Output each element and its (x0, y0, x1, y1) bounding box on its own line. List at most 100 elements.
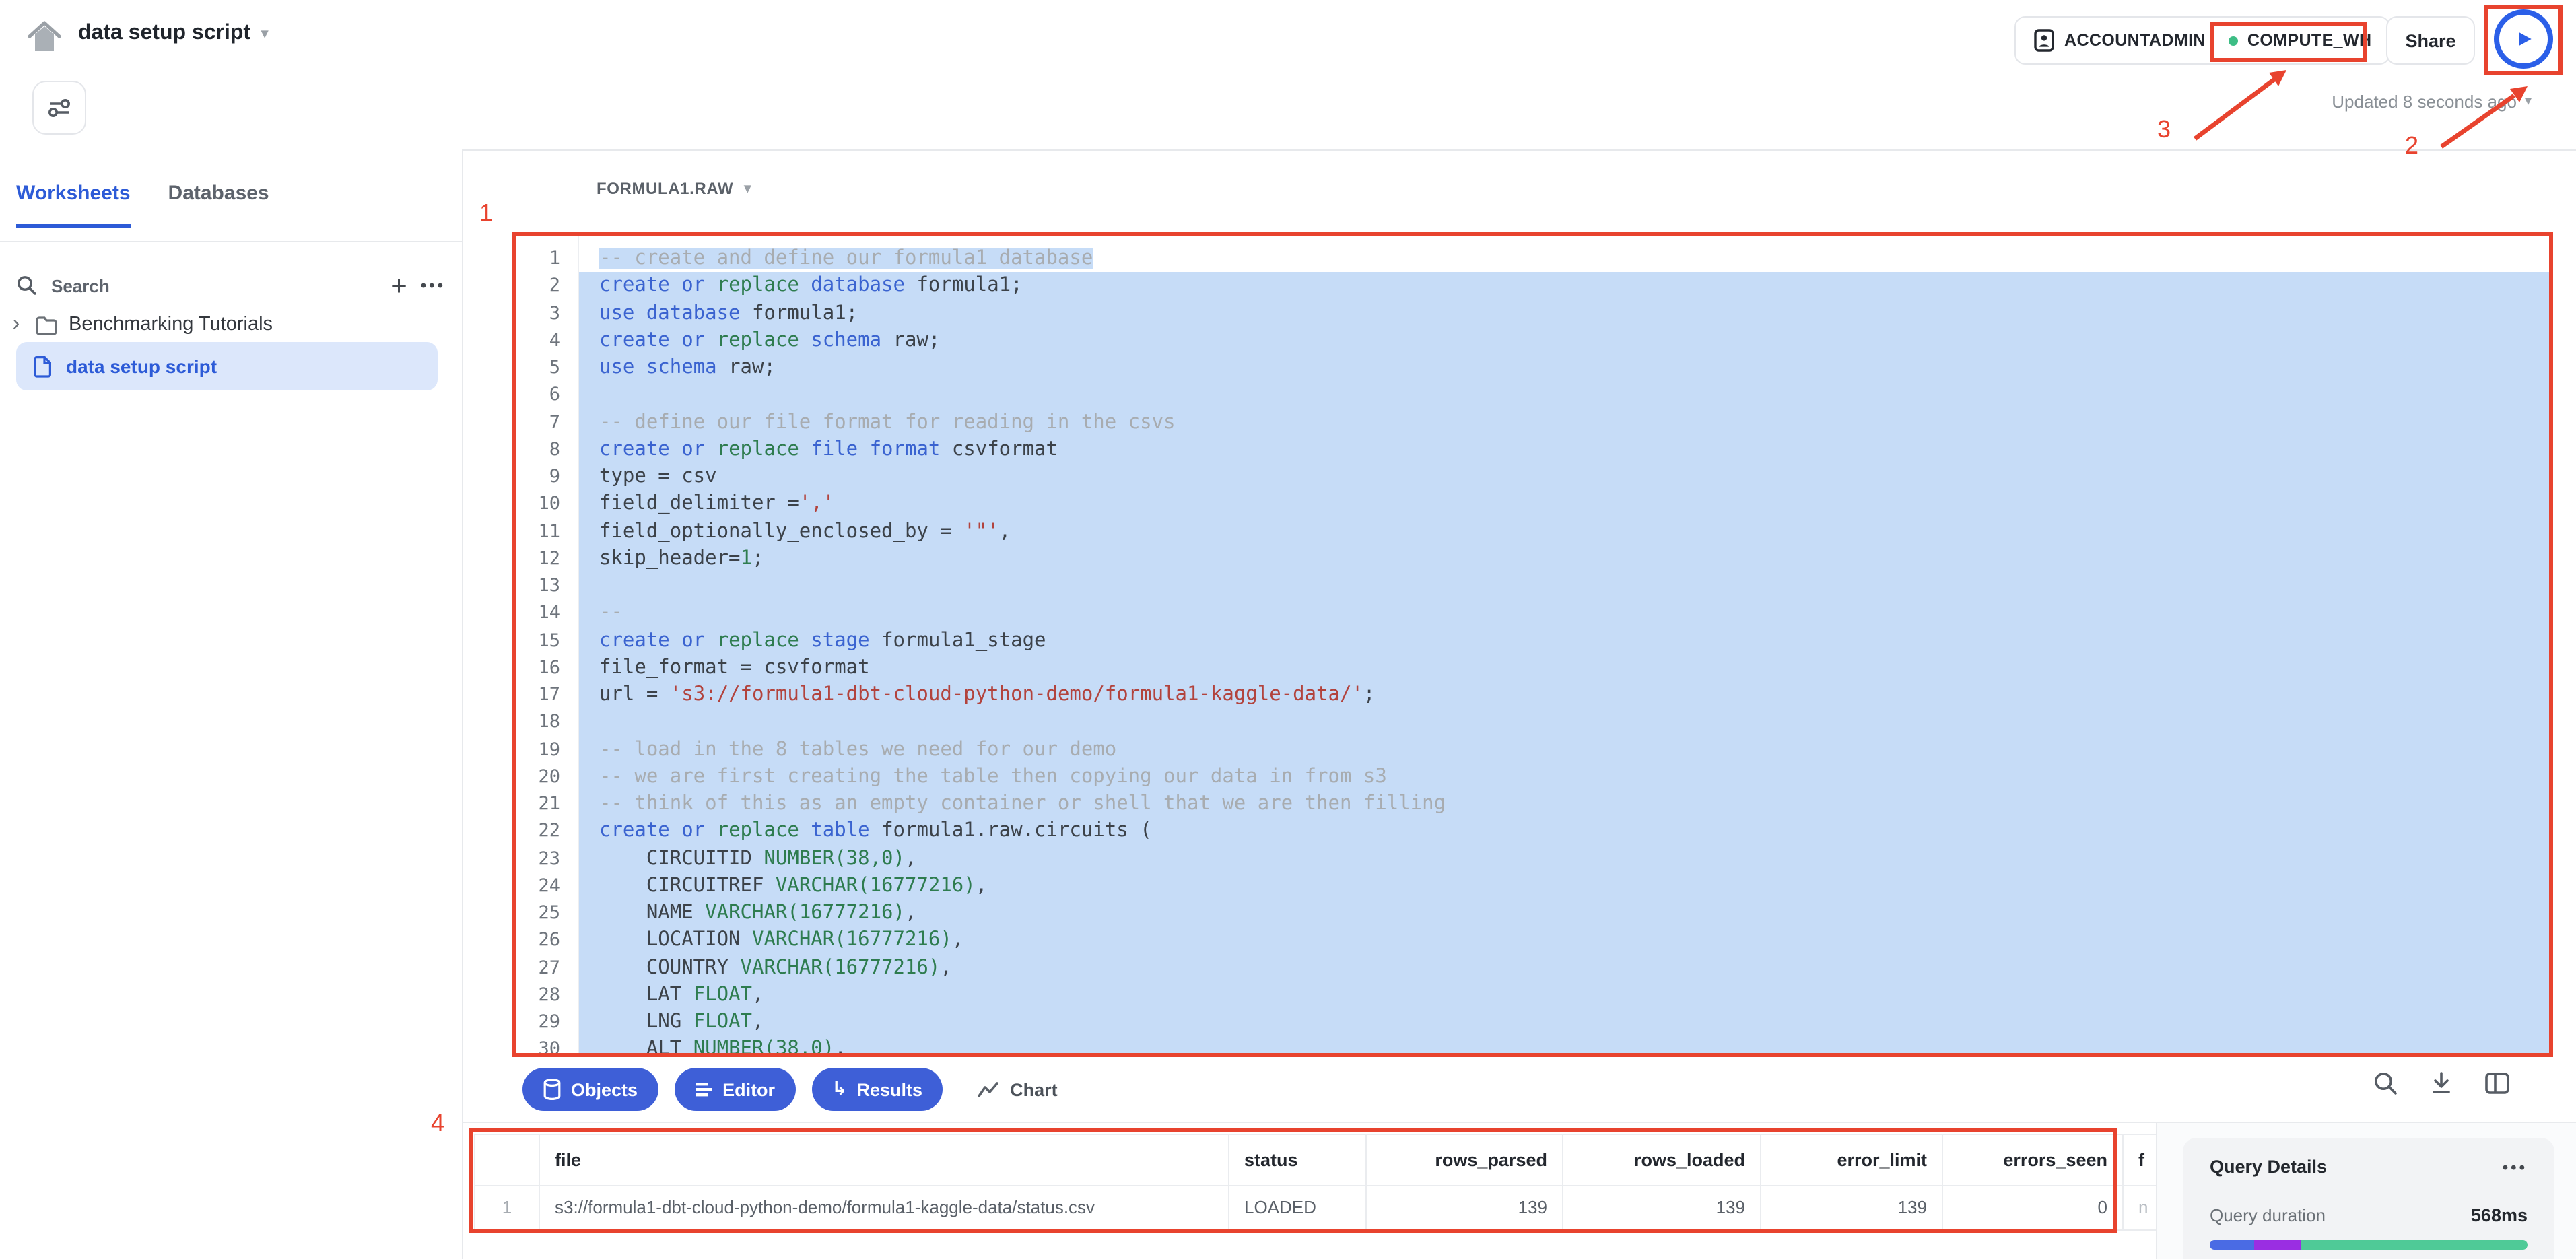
code-token: COUNTRY (599, 957, 741, 978)
code-line: LAT FLOAT, (579, 982, 2549, 1009)
add-worksheet-icon[interactable]: + (391, 271, 407, 300)
query-duration-bar (2210, 1240, 2528, 1250)
code-token: CIRCUITREF (599, 875, 776, 897)
user-badge-icon (2033, 28, 2055, 53)
code-token: VARCHAR(16777216) (752, 930, 952, 951)
results-button-label: Results (857, 1079, 923, 1099)
row-number: 1 (475, 1186, 540, 1229)
results-button[interactable]: ↳ Results (811, 1068, 943, 1111)
chevron-down-icon: ▾ (261, 26, 268, 41)
run-button[interactable] (2494, 9, 2553, 69)
line-number: 25 (516, 899, 578, 927)
context-selector[interactable]: FORMULA1.RAW ▾ (597, 179, 751, 198)
duration-bar-segment (2302, 1240, 2528, 1250)
code-line (579, 709, 2549, 737)
code-token: -- create and define our formula1 databa… (599, 248, 1093, 269)
code-line: NAME VARCHAR(16777216), (579, 899, 2549, 927)
column-header[interactable]: error_limit (1761, 1135, 1943, 1186)
code-token: FLOAT (693, 984, 752, 1006)
table-cell: 139 (1761, 1186, 1943, 1229)
line-number: 5 (516, 354, 578, 382)
split-view-icon[interactable] (2484, 1072, 2510, 1095)
code-area[interactable]: -- create and define our formula1 databa… (579, 236, 2549, 1053)
table-row[interactable]: 1s3://formula1-dbt-cloud-python-demo/for… (475, 1186, 2156, 1229)
chart-button[interactable]: Chart (978, 1079, 1058, 1099)
column-header[interactable]: status (1229, 1135, 1367, 1186)
line-number: 29 (516, 1009, 578, 1036)
line-number: 13 (516, 572, 578, 600)
column-header[interactable]: file (540, 1135, 1229, 1186)
line-number: 21 (516, 790, 578, 818)
code-line: type = csv (579, 463, 2549, 491)
search-results-icon[interactable] (2373, 1070, 2398, 1096)
results-table: filestatusrows_parsedrows_loadederror_li… (474, 1134, 2156, 1233)
filters-button[interactable] (32, 81, 86, 135)
worksheet-title[interactable]: data setup script ▾ (78, 22, 268, 46)
code-token: replace (717, 630, 799, 651)
sql-editor[interactable]: 1234567891011121314151617181920212223242… (512, 232, 2553, 1057)
line-number: 19 (516, 736, 578, 763)
results-actions (2373, 1070, 2510, 1096)
column-header[interactable]: rows_loaded (1563, 1135, 1761, 1186)
code-line: create or replace table formula1.raw.cir… (579, 818, 2549, 846)
code-token: '"' (963, 520, 998, 542)
code-line: -- (579, 600, 2549, 627)
code-line: create or replace file format csvformat (579, 436, 2549, 464)
code-line: -- we are first creating the table then … (579, 763, 2549, 791)
duration-bar-segment (2210, 1240, 2254, 1250)
tab-worksheets[interactable]: Worksheets (16, 182, 131, 228)
code-line (579, 572, 2549, 600)
code-token: 's3://formula1-dbt-cloud-python-demo/for… (670, 684, 1363, 706)
code-line: field_optionally_enclosed_by = '"', (579, 518, 2549, 545)
download-icon[interactable] (2429, 1070, 2453, 1096)
table-header-row: filestatusrows_parsedrows_loadederror_li… (475, 1135, 2156, 1186)
line-number: 17 (516, 681, 578, 709)
more-options-icon[interactable]: ••• (421, 276, 446, 295)
line-number: 20 (516, 763, 578, 791)
column-header[interactable]: rows_parsed (1367, 1135, 1563, 1186)
home-icon[interactable] (24, 16, 65, 57)
column-header[interactable]: errors_seen (1943, 1135, 2124, 1186)
table-cell: 139 (1367, 1186, 1563, 1229)
sidebar-item-selected-worksheet[interactable]: data setup script (16, 342, 438, 390)
code-line: -- load in the 8 tables we need for our … (579, 736, 2549, 763)
code-token: LOCATION (599, 930, 752, 951)
search-icon (16, 275, 38, 296)
code-token: skip_header= (599, 548, 741, 570)
sidebar-item-folder[interactable]: › Benchmarking Tutorials (8, 306, 452, 343)
line-number: 11 (516, 518, 578, 545)
tab-databases[interactable]: Databases (168, 182, 269, 228)
share-button-label: Share (2405, 30, 2455, 50)
code-token: csvformat (940, 439, 1058, 461)
code-token: use schema (599, 357, 717, 378)
chevron-right-icon: › (8, 312, 24, 337)
sidebar: Worksheets Databases Search + ••• › Benc… (0, 149, 463, 1259)
code-line: CIRCUITID NUMBER(38,0), (579, 845, 2549, 873)
code-token: field_optionally_enclosed_by = (599, 520, 963, 542)
table-cell: n (2124, 1186, 2156, 1229)
objects-button[interactable]: Objects (522, 1068, 658, 1111)
warehouse-status-dot (2229, 36, 2238, 45)
code-token: url = (599, 684, 670, 706)
duration-bar-segment (2254, 1240, 2302, 1250)
share-button[interactable]: Share (2386, 16, 2475, 65)
chevron-down-icon: ▾ (2525, 94, 2532, 109)
column-header[interactable] (475, 1135, 540, 1186)
more-options-icon[interactable]: ••• (2503, 1157, 2528, 1176)
code-line (579, 382, 2549, 409)
code-line: LOCATION VARCHAR(16777216), (579, 927, 2549, 955)
code-line: url = 's3://formula1-dbt-cloud-python-de… (579, 681, 2549, 709)
search-input[interactable]: Search + ••• (16, 265, 446, 306)
editor-button[interactable]: Editor (674, 1068, 795, 1111)
context-pill[interactable]: ACCOUNTADMIN COMPUTE_WH (2014, 16, 2390, 65)
table-cell: 0 (1943, 1186, 2124, 1229)
code-token: -- think of this as an empty container o… (599, 793, 1446, 815)
code-token: type = csv (599, 466, 717, 487)
code-token: VARCHAR(16777216) (705, 902, 905, 924)
code-token: replace (717, 275, 799, 297)
updated-status[interactable]: Updated 8 seconds ago ▾ (2074, 92, 2532, 112)
line-number: 16 (516, 654, 578, 682)
code-token: ; (752, 548, 764, 570)
column-header[interactable]: f (2124, 1135, 2156, 1186)
document-icon (32, 355, 53, 378)
